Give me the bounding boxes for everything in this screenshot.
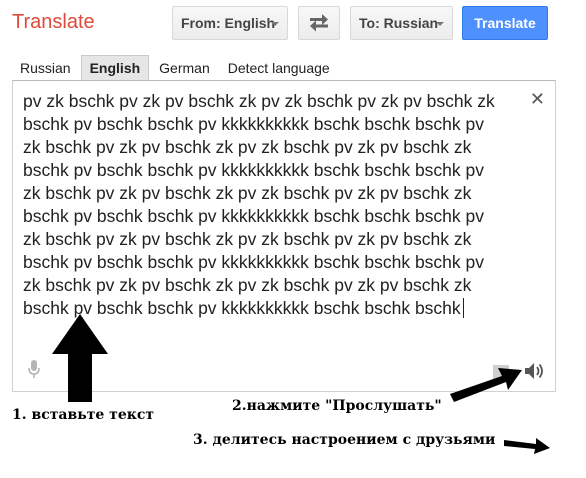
source-text-line: bschk pv bschk bschk pv kkkkkkkkkk bschk… [23, 206, 484, 226]
source-text-line: zk bschk pv zk pv bschk zk pv zk bschk p… [23, 229, 472, 249]
swap-languages-button[interactable] [298, 6, 340, 40]
source-text-line: zk bschk pv zk pv bschk zk pv zk bschk p… [23, 275, 472, 295]
source-text-line: bschk pv bschk bschk pv kkkkkkkkkk bschk… [23, 114, 484, 134]
source-text-line: bschk pv bschk bschk pv kkkkkkkkkk bschk… [23, 160, 484, 180]
source-text-line: pv zk bschk pv zk pv bschk zk pv zk bsch… [23, 91, 495, 111]
app-title: Translate [12, 11, 95, 33]
translate-page: Translate From: English To: Russian Tran… [0, 0, 586, 478]
lang-tab-english[interactable]: English [80, 55, 150, 81]
annotation-step-3: 3. делитесь настроением с друзьями [193, 432, 496, 448]
annotation-step-2: 2.нажмите "Прослушать" [232, 398, 442, 414]
source-text-line: zk bschk pv zk pv bschk zk pv zk bschk p… [23, 137, 472, 157]
source-text-line: bschk pv bschk bschk pv kkkkkkkkkk bschk… [23, 252, 484, 272]
clear-text-button[interactable]: ✕ [530, 89, 545, 110]
chevron-down-icon [271, 22, 279, 26]
speaker-icon[interactable] [523, 361, 545, 381]
arrow-up-icon [52, 314, 108, 402]
target-language-label: To: Russian [359, 15, 439, 31]
microphone-icon[interactable] [27, 359, 41, 379]
arrow-right-icon [504, 438, 550, 454]
source-language-dropdown[interactable]: From: English [172, 6, 288, 40]
arrow-to-speaker-icon [450, 368, 522, 402]
translate-button[interactable]: Translate [462, 6, 548, 40]
swap-arrows-icon [310, 14, 328, 32]
lang-tab-detect-language[interactable]: Detect language [220, 56, 338, 80]
source-text-line: zk bschk pv zk pv bschk zk pv zk bschk p… [23, 183, 472, 203]
source-language-tabs: Russian English German Detect language [12, 55, 340, 81]
annotation-step-1: 1. вставьте текст [12, 407, 155, 423]
source-language-label: From: English [181, 15, 276, 31]
source-text[interactable]: pv zk bschk pv zk pv bschk zk pv zk bsch… [23, 90, 535, 320]
target-language-dropdown[interactable]: To: Russian [350, 6, 453, 40]
text-cursor [462, 298, 464, 318]
lang-tab-german[interactable]: German [151, 56, 218, 80]
lang-tab-russian[interactable]: Russian [12, 56, 79, 80]
chevron-down-icon [436, 22, 444, 26]
